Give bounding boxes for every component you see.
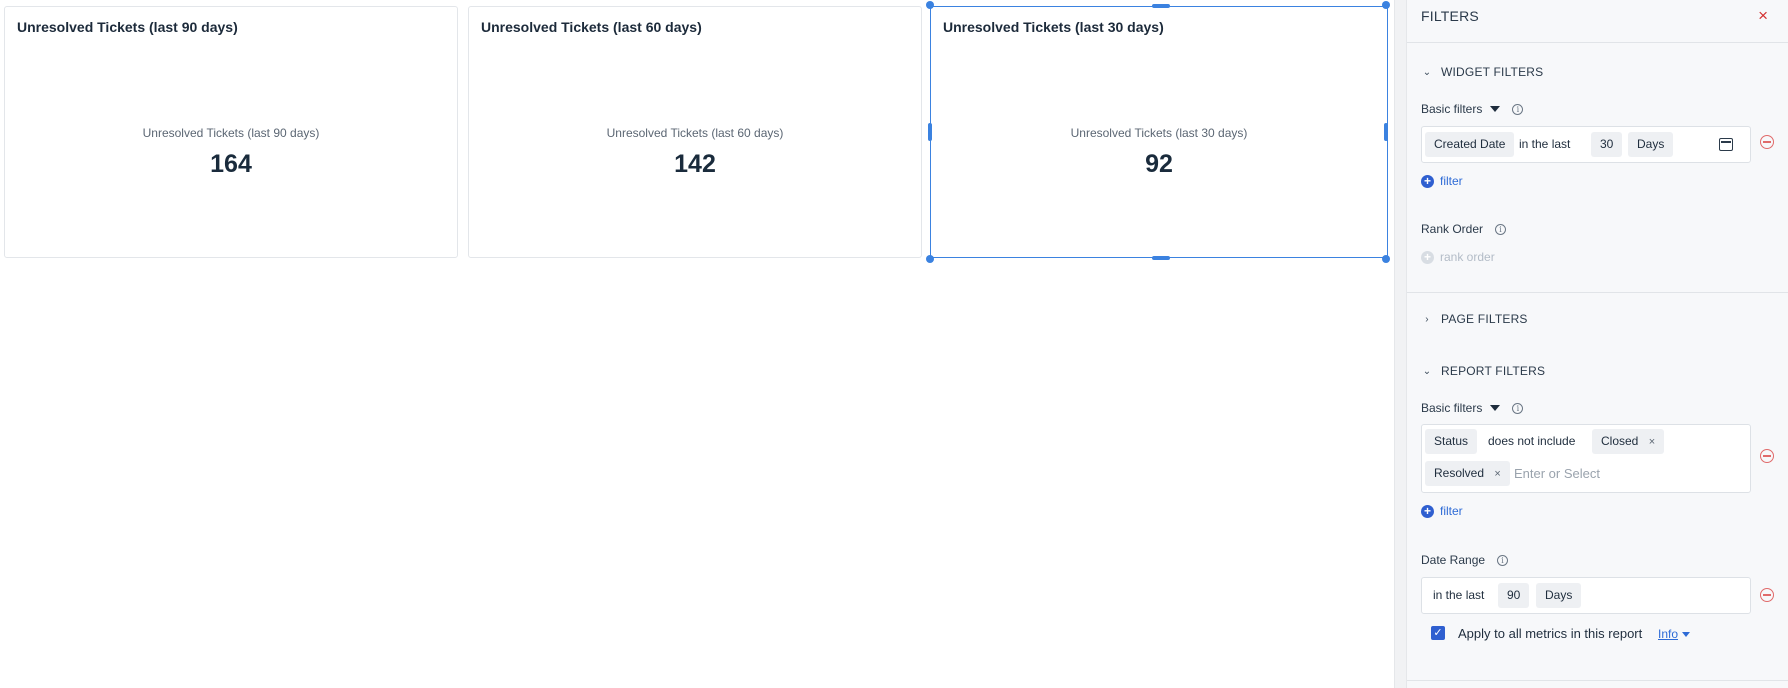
basic-filters-label: Basic filters [1421, 102, 1483, 116]
plus-circle-icon: + [1421, 250, 1434, 264]
close-icon[interactable]: × [1649, 436, 1655, 448]
caret-down-icon [1490, 106, 1501, 112]
widget-unresolved-60[interactable]: Unresolved Tickets (last 60 days) Unreso… [468, 6, 922, 258]
info-dropdown-link[interactable]: Info [1658, 627, 1678, 641]
chevron-down-icon: ⌄ [1422, 66, 1432, 78]
chevron-down-icon: ⌄ [1422, 365, 1432, 377]
section-heading: PAGE FILTERS [1441, 312, 1528, 326]
dashboard-canvas: Unresolved Tickets (last 90 days) Unreso… [0, 0, 1394, 688]
panel-splitter[interactable] [1394, 0, 1407, 688]
section-widget-filters[interactable]: ⌄ WIDGET FILTERS [1421, 65, 1543, 79]
filter-operator[interactable]: does not include [1488, 429, 1575, 454]
add-rank-order-label: rank order [1440, 250, 1495, 264]
rank-order-label: Rank Order [1421, 222, 1484, 236]
filter-operator[interactable]: in the last [1519, 132, 1570, 157]
apply-all-checkbox[interactable]: ✓ [1431, 626, 1445, 640]
add-report-filter-button[interactable]: + filter [1421, 504, 1463, 518]
filter-field-chip[interactable]: Status [1425, 429, 1478, 454]
caret-down-icon [1490, 405, 1501, 411]
add-rank-order-button[interactable]: + rank order [1421, 250, 1495, 264]
caret-down-icon [1682, 632, 1690, 637]
remove-filter-icon[interactable] [1760, 588, 1774, 602]
widget-title: Unresolved Tickets (last 90 days) [17, 19, 238, 35]
resize-handle-bottom-right[interactable] [1382, 255, 1390, 263]
metric-value: 92 [1145, 150, 1173, 178]
add-filter-label: filter [1440, 504, 1463, 518]
resize-handle-bottom-left[interactable] [926, 255, 934, 263]
date-range-amount-chip[interactable]: 90 [1498, 583, 1530, 608]
info-icon[interactable]: i [1495, 223, 1507, 235]
resize-handle-bottom[interactable] [1152, 256, 1170, 260]
section-page-filters[interactable]: › PAGE FILTERS [1421, 312, 1528, 326]
add-widget-filter-button[interactable]: + filter [1421, 174, 1463, 188]
resize-handle-top-left[interactable] [926, 1, 934, 9]
info-icon[interactable]: i [1497, 554, 1509, 566]
section-heading: WIDGET FILTERS [1441, 65, 1544, 79]
date-range-operator[interactable]: in the last [1433, 583, 1484, 608]
filter-value-chip-closed[interactable]: Closed × [1592, 429, 1665, 454]
apply-all-label: Apply to all metrics in this report [1458, 626, 1643, 641]
calendar-icon[interactable] [1719, 138, 1733, 151]
widget-unresolved-90[interactable]: Unresolved Tickets (last 90 days) Unreso… [4, 6, 458, 258]
divider [1407, 680, 1788, 681]
panel-header: FILTERS × [1407, 0, 1788, 34]
filter-amount-chip[interactable]: 30 [1591, 132, 1623, 157]
filter-value-input[interactable]: Enter or Select [1514, 461, 1600, 486]
close-icon[interactable]: × [1758, 6, 1768, 26]
section-heading: REPORT FILTERS [1441, 364, 1546, 378]
chevron-right-icon: › [1425, 313, 1429, 325]
remove-filter-icon[interactable] [1760, 449, 1774, 463]
date-range-unit-chip[interactable]: Days [1536, 583, 1582, 608]
rank-order-label-row: Rank Order i [1421, 222, 1507, 236]
filter-field-chip[interactable]: Created Date [1425, 132, 1515, 157]
filter-unit-chip[interactable]: Days [1628, 132, 1674, 157]
metric-label: Unresolved Tickets (last 90 days) [142, 126, 320, 140]
plus-circle-icon: + [1421, 504, 1434, 518]
chip-label: Resolved [1434, 466, 1485, 480]
plus-circle-icon: + [1421, 174, 1434, 188]
basic-filters-label: Basic filters [1421, 401, 1483, 415]
widget-filter-row[interactable]: Created Date in the last 30 Days [1421, 126, 1751, 163]
report-filter-row[interactable]: Status does not include Closed × Resolve… [1421, 424, 1751, 493]
basic-filters-toggle[interactable]: Basic filters i [1421, 102, 1524, 116]
section-report-filters[interactable]: ⌄ REPORT FILTERS [1421, 364, 1545, 378]
filter-value-chip-resolved[interactable]: Resolved × [1425, 461, 1510, 486]
panel-title: FILTERS [1421, 8, 1479, 24]
widget-title: Unresolved Tickets (last 30 days) [943, 19, 1164, 35]
widget-title: Unresolved Tickets (last 60 days) [481, 19, 702, 35]
metric-value: 164 [210, 150, 252, 178]
resize-handle-top[interactable] [1152, 4, 1170, 8]
date-range-label: Date Range [1421, 553, 1486, 567]
remove-filter-icon[interactable] [1760, 135, 1774, 149]
divider [1407, 292, 1788, 293]
chip-label: Closed [1601, 434, 1639, 448]
resize-handle-top-right[interactable] [1382, 1, 1390, 9]
date-range-row[interactable]: in the last 90 Days [1421, 577, 1751, 614]
widget-unresolved-30-selected[interactable]: Unresolved Tickets (last 30 days) Unreso… [930, 6, 1388, 258]
resize-handle-right[interactable] [1384, 123, 1388, 141]
metric-label: Unresolved Tickets (last 60 days) [606, 126, 784, 140]
info-icon[interactable]: i [1512, 402, 1524, 414]
metric-label: Unresolved Tickets (last 30 days) [1070, 126, 1248, 140]
divider [1407, 42, 1788, 43]
basic-filters-toggle[interactable]: Basic filters i [1421, 401, 1524, 415]
info-icon[interactable]: i [1512, 103, 1524, 115]
add-filter-label: filter [1440, 174, 1463, 188]
date-range-label-row: Date Range i [1421, 553, 1509, 567]
filters-panel: FILTERS × ⌄ WIDGET FILTERS Basic filters… [1407, 0, 1788, 688]
resize-handle-left[interactable] [928, 123, 932, 141]
close-icon[interactable]: × [1494, 468, 1500, 480]
metric-value: 142 [674, 150, 716, 178]
